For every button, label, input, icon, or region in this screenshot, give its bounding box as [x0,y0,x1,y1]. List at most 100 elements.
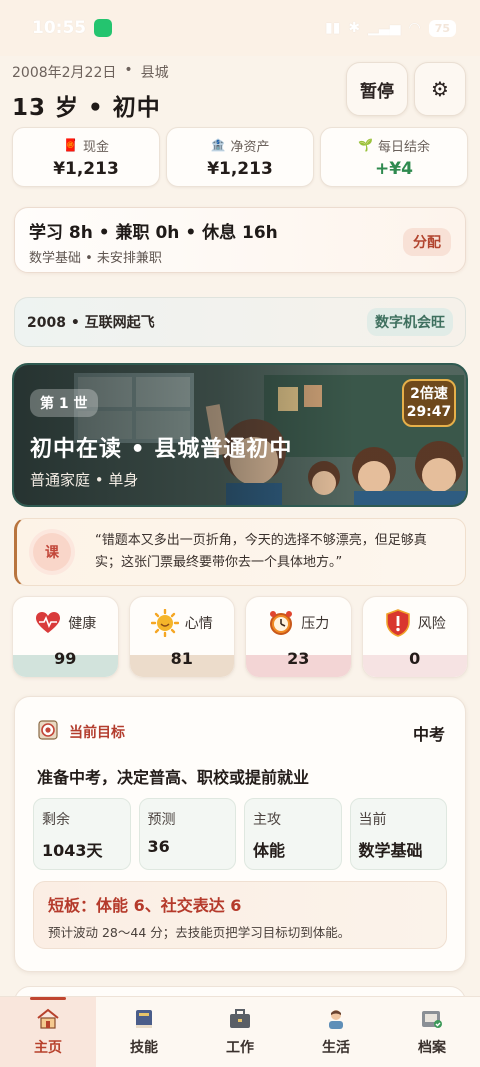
vital-stress[interactable]: 压力 23 [245,596,352,678]
nav-label-archive: 档案 [418,1040,446,1056]
quote-text: “错题本又多出一页折角，今天的选择不够漂亮，但足够真实；这张门票最终要带你去一个… [95,533,427,570]
bank-icon: 🏦 [210,138,226,152]
mood-value: 81 [170,649,193,668]
nav-label-home: 主页 [34,1040,62,1056]
vital-mood[interactable]: 心情 81 [128,596,235,678]
schedule-card[interactable]: 学习 8h • 兼职 0h • 休息 16h 数学基础 • 未安排兼职 分配 [14,207,466,273]
timer-label: 29:47 [406,404,452,420]
separator-dot: • [124,62,133,78]
era-card: 2008 • 互联网起飞 数字机会旺 [14,297,466,347]
hero-title: 初中在读 • 县城普通初中 [30,437,293,462]
sun-icon [150,609,179,637]
life-badge: 第 1 世 [30,389,98,417]
goal-metric-prediction: 预测 36 [138,798,236,870]
target-icon [37,719,59,745]
net-worth-card: 🏦 净资产 ¥1,213 [166,127,314,187]
goal-metric-label: 主攻 [253,812,281,828]
net-worth-label: 净资产 [230,139,270,155]
pause-button[interactable]: 暂停 [346,62,408,116]
vital-risk[interactable]: 风险 0 [361,596,468,678]
nav-item-work[interactable]: 工作 [192,997,288,1067]
speed-badge[interactable]: 2倍速 29:47 [402,379,456,427]
vital-stats: 健康 99 心情 81 压力 23 风险 0 [12,596,468,678]
nav-item-skills[interactable]: 技能 [96,997,192,1067]
nav-item-home[interactable]: 主页 [0,997,96,1067]
goal-metric-value: 体能 [253,841,286,860]
nav-label-skills: 技能 [130,1040,158,1056]
weakness-title: 短板：体能 6、社交表达 6 [48,896,242,915]
goal-tag: 中考 [412,725,445,744]
assign-button[interactable]: 分配 [403,228,451,256]
mood-label: 心情 [184,616,213,632]
goal-metric-label: 当前 [358,812,387,828]
goal-header-label: 当前目标 [69,725,125,741]
quote-card: 课 “错题本又多出一页折角，今天的选择不够漂亮，但足够真实；这张门票最终要带你去… [14,518,466,586]
battery-indicator: 75 [428,19,456,37]
sprout-icon: 🌱 [358,138,373,152]
home-icon [34,1007,62,1031]
archive-icon [418,1007,446,1031]
risk-label: 风险 [417,616,446,632]
cash-value: ¥1,213 [53,158,119,179]
nav-label-life: 生活 [322,1040,350,1056]
goal-header: 当前目标 [37,719,125,745]
app-notification-icon [94,19,113,37]
current-location: 县城 [140,65,169,81]
warning-shield-icon [384,609,412,637]
cash-card: 🧧 现金 ¥1,213 [12,127,160,187]
net-worth-value: ¥1,213 [207,158,273,179]
speed-label: 2倍速 [410,386,448,402]
vibrate-icon: ▮▮ [325,20,341,36]
health-value: 99 [54,649,77,668]
heart-icon [34,609,62,637]
hero-subtitle: 普通家庭 • 单身 [30,471,139,489]
goal-metric-label: 剩余 [42,812,70,828]
goal-metric-value: 36 [147,837,170,856]
nav-item-life[interactable]: 生活 [288,997,384,1067]
nav-label-work: 工作 [226,1040,254,1056]
person-icon [322,1007,350,1031]
goal-metric-current: 当前 数学基础 [349,798,447,870]
status-indicators: ▮▮ ✱ ▁▃▅ ◠ 75 [325,19,456,37]
finance-stats: 🧧 现金 ¥1,213 🏦 净资产 ¥1,213 🌱 每日结余 +¥4 [12,127,468,187]
goal-metric-focus: 主攻 体能 [244,798,342,870]
schedule-hours: 学习 8h • 兼职 0h • 休息 16h [29,223,278,243]
goal-metric-label: 预测 [147,812,176,828]
current-date: 2008年2月22日 [12,65,117,81]
current-goal-card[interactable]: 当前目标 中考 准备中考，决定普高、职校或提前就业 剩余 1043天 预测 36… [14,696,466,972]
class-icon: 课 [33,533,71,571]
weakness-box: 短板：体能 6、社交表达 6 预计波动 28～44 分；去技能页把学习目标切到体… [33,881,447,949]
goal-metrics: 剩余 1043天 预测 36 主攻 体能 当前 数学基础 [33,798,447,870]
gear-icon: ⚙ [431,77,449,101]
stress-label: 压力 [301,616,330,632]
goal-metric-remaining: 剩余 1043天 [33,798,131,870]
goal-metric-value: 1043天 [42,841,103,860]
goal-metric-value: 数学基础 [358,841,423,860]
red-envelope-icon: 🧧 [63,138,78,152]
alarm-clock-icon [267,609,295,637]
header: 2008年2月22日 • 县城 13 岁 • 初中 暂停 ⚙ [12,62,468,122]
weakness-hint: 预计波动 28～44 分；去技能页把学习目标切到体能。 [48,925,351,940]
schedule-detail: 数学基础 • 未安排兼职 [29,251,162,266]
health-label: 健康 [68,616,97,632]
life-hero-banner[interactable]: 第 1 世 2倍速 29:47 初中在读 • 县城普通初中 普通家庭 • 单身 [12,363,468,507]
daily-balance-card: 🌱 每日结余 +¥4 [320,127,468,187]
era-badge: 数字机会旺 [367,308,453,336]
settings-button[interactable]: ⚙ [414,62,466,116]
risk-value: 0 [409,649,421,668]
bluetooth-icon: ✱ [348,20,361,36]
vital-health[interactable]: 健康 99 [12,596,119,678]
wifi-icon: ◠ [408,20,421,36]
nav-item-archive[interactable]: 档案 [384,997,480,1067]
status-time: 10:55 [32,18,87,38]
daily-balance-label: 每日结余 [377,139,430,155]
briefcase-icon [226,1007,254,1031]
cash-label: 现金 [82,139,109,155]
book-icon [130,1007,158,1031]
era-text: 2008 • 互联网起飞 [27,315,155,331]
daily-balance-value: +¥4 [375,158,413,179]
status-bar: 10:55 ▮▮ ✱ ▁▃▅ ◠ 75 [0,0,480,56]
stress-value: 23 [287,649,310,668]
signal-icon: ▁▃▅ [368,20,401,36]
bottom-nav: 主页 技能 工作 生活 档案 [0,996,480,1067]
